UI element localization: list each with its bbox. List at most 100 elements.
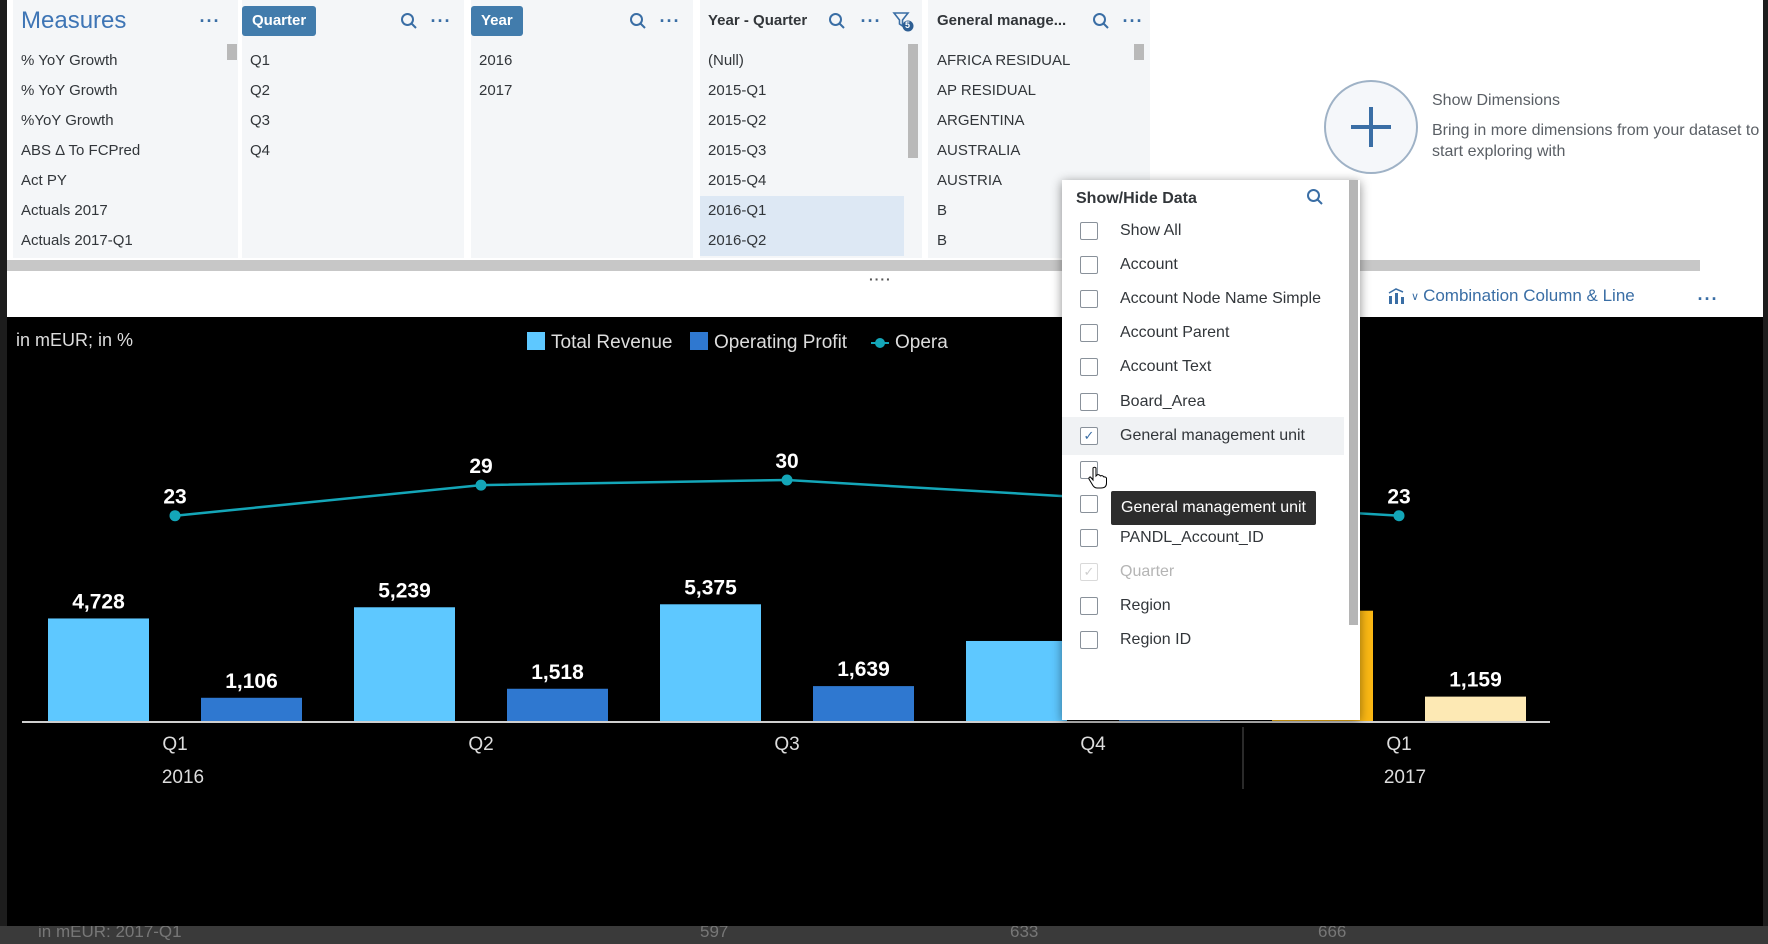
list-item[interactable]: ABS Δ To FCPred xyxy=(13,136,238,166)
checkbox[interactable] xyxy=(1080,358,1098,377)
more-options-icon[interactable]: ··· xyxy=(860,10,882,32)
menu-item[interactable]: Board_Area xyxy=(1062,383,1344,421)
search-icon[interactable] xyxy=(627,10,649,32)
bar-operating-profit[interactable] xyxy=(507,688,608,722)
list-item[interactable]: Q3 xyxy=(242,106,464,136)
line-point[interactable] xyxy=(781,474,793,486)
chart-type-label: Combination Column & Line xyxy=(1423,286,1635,305)
list-item[interactable]: AFRICA RESIDUAL xyxy=(928,46,1150,76)
menu-item[interactable]: Account Text xyxy=(1062,348,1344,386)
checkbox[interactable] xyxy=(1080,222,1098,240)
list-item[interactable]: 2015-Q1 xyxy=(700,76,922,106)
checkbox[interactable] xyxy=(1080,256,1098,275)
checkbox[interactable] xyxy=(1080,494,1098,513)
list-item[interactable]: Actuals 2017 xyxy=(13,196,238,226)
list-item[interactable]: Q4 xyxy=(242,136,464,166)
year-quarter-title[interactable]: Year - Quarter xyxy=(708,6,807,36)
chart-type-selector[interactable]: ∨ Combination Column & Line xyxy=(1387,286,1635,306)
bar-total-revenue[interactable] xyxy=(48,618,149,722)
add-dimension-button[interactable] xyxy=(1324,80,1418,174)
show-dimensions-title: Show Dimensions xyxy=(1432,92,1561,109)
bar-operating-profit[interactable] xyxy=(201,697,302,722)
list-item-selected[interactable]: 2016-Q1 xyxy=(700,196,904,226)
checkbox[interactable] xyxy=(1080,597,1098,616)
tooltip: General management unit xyxy=(1111,491,1316,525)
x-tick-label: Q1 xyxy=(1386,734,1411,755)
bar-total-revenue[interactable] xyxy=(966,640,1067,722)
list-item[interactable]: AP RESIDUAL xyxy=(928,76,1150,106)
list-item[interactable]: %YoY Growth xyxy=(13,106,238,136)
more-options-icon[interactable]: ··· xyxy=(199,10,221,32)
filter-count-badge: 5 xyxy=(905,20,911,30)
menu-item[interactable]: Account Parent xyxy=(1062,314,1344,352)
combination-chart: in mEUR; in % Total Revenue Operating Pro… xyxy=(16,330,1550,789)
menu-item[interactable]: Account Node Name Simple xyxy=(1062,280,1344,318)
list-item[interactable]: 2015-Q4 xyxy=(700,166,922,196)
legend-swatch xyxy=(690,332,708,350)
hand-cursor-icon xyxy=(1088,466,1107,489)
line-data-label: 30 xyxy=(775,450,798,473)
search-icon[interactable] xyxy=(1090,10,1112,32)
list-item[interactable]: % YoY Growth xyxy=(13,46,238,76)
list-item[interactable]: Act PY xyxy=(13,166,238,196)
app-frame: Measures ··· % YoY Growth % YoY Growth %… xyxy=(7,0,1763,926)
list-item[interactable]: (Null) xyxy=(700,46,922,76)
checkbox[interactable] xyxy=(1080,528,1098,547)
line-point[interactable] xyxy=(475,479,487,491)
bar-data-label: 1,639 xyxy=(837,658,890,681)
list-item[interactable]: 2015-Q3 xyxy=(700,136,922,166)
search-icon[interactable] xyxy=(398,10,420,32)
list-item[interactable]: Q2 xyxy=(242,76,464,106)
resize-handle[interactable]: ···· xyxy=(869,271,892,287)
list-item[interactable]: 2017 xyxy=(471,76,693,106)
menu-item[interactable]: ✓ Quarter xyxy=(1062,553,1344,591)
year-title[interactable]: Year xyxy=(471,6,523,36)
checkbox[interactable] xyxy=(1080,631,1098,650)
search-icon[interactable] xyxy=(826,10,848,32)
menu-item[interactable]: Show All xyxy=(1062,212,1344,250)
bar-total-revenue[interactable] xyxy=(660,604,761,722)
list-item[interactable]: Actuals 2017-Q1 xyxy=(13,226,238,256)
more-options-icon[interactable]: ··· xyxy=(1697,288,1719,310)
list-item[interactable]: Q1 xyxy=(242,46,464,76)
more-options-icon[interactable]: ··· xyxy=(659,10,681,32)
x-tick-label: Q2 xyxy=(468,734,493,755)
general-management-title[interactable]: General manage... xyxy=(937,6,1089,36)
line-point[interactable] xyxy=(169,510,181,522)
menu-scrollbar[interactable] xyxy=(1349,180,1358,625)
more-options-icon[interactable]: ··· xyxy=(1122,10,1144,32)
checkbox[interactable] xyxy=(1080,392,1098,411)
checkbox[interactable] xyxy=(1080,324,1098,343)
list-item[interactable]: % YoY Growth xyxy=(13,76,238,106)
menu-item[interactable]: Region xyxy=(1062,587,1344,625)
menu-item[interactable]: Region ID xyxy=(1062,621,1344,659)
menu-item[interactable]: ✓ General management unit xyxy=(1062,416,1344,455)
list-item-selected[interactable]: 2016-Q2 xyxy=(700,226,904,256)
menu-item-label: Account Text xyxy=(1120,358,1212,376)
scrollbar[interactable] xyxy=(1134,44,1144,60)
bar-total-revenue[interactable] xyxy=(354,607,455,722)
line-data-label: 23 xyxy=(1387,486,1410,509)
checkbox[interactable]: ✓ xyxy=(1080,563,1098,581)
bar-operating-profit[interactable] xyxy=(1425,696,1526,722)
line-point[interactable] xyxy=(1393,510,1405,522)
horizontal-scrollbar[interactable] xyxy=(7,260,1700,271)
measures-list: % YoY Growth % YoY Growth %YoY Growth AB… xyxy=(13,46,238,256)
list-item[interactable]: 2015-Q2 xyxy=(700,106,922,136)
more-options-icon[interactable]: ··· xyxy=(430,10,452,32)
list-item[interactable]: ARGENTINA xyxy=(928,106,1150,136)
filter-icon[interactable]: 5 xyxy=(892,10,914,32)
menu-item[interactable]: Account xyxy=(1062,246,1344,284)
list-item[interactable]: 2016 xyxy=(471,46,693,76)
bar-operating-profit[interactable] xyxy=(813,686,914,722)
bar-data-label: 5,239 xyxy=(378,579,431,602)
quarter-title[interactable]: Quarter xyxy=(242,6,317,36)
explorer-panel: Measures ··· % YoY Growth % YoY Growth %… xyxy=(7,0,1763,317)
checkbox[interactable] xyxy=(1080,290,1098,309)
list-item[interactable]: AUSTRALIA xyxy=(928,136,1150,166)
scrollbar[interactable] xyxy=(227,44,237,60)
chevron-down-icon: ∨ xyxy=(1411,290,1420,303)
checkbox[interactable]: ✓ xyxy=(1080,426,1098,445)
scrollbar[interactable] xyxy=(908,44,918,158)
search-icon[interactable] xyxy=(1306,188,1324,211)
